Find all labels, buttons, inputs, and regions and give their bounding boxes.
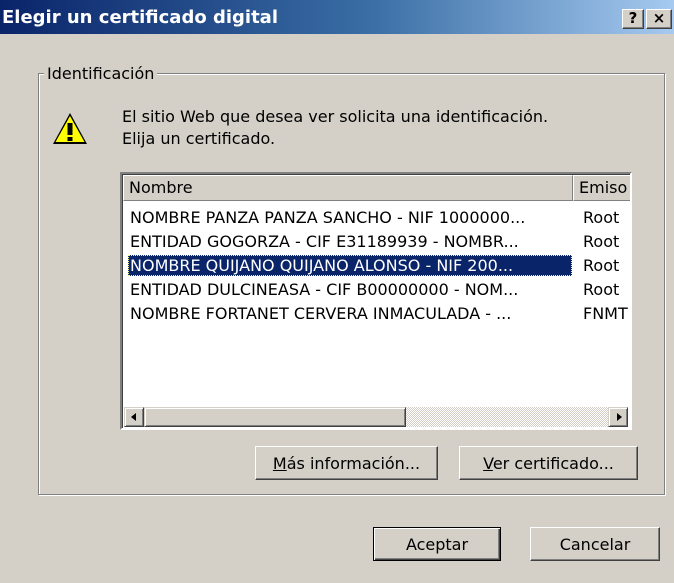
scrollbar-thumb[interactable] [144, 407, 406, 427]
arrow-right-icon [617, 413, 622, 421]
view-cert-label: er certificado... [492, 453, 614, 473]
message-line-2: Elija un certificado. [122, 129, 276, 148]
cert-name: ENTIDAD DULCINEASA - CIF B00000000 - NOM… [130, 280, 519, 299]
group-label: Identificación [44, 64, 158, 83]
close-button[interactable]: × [646, 9, 672, 29]
certificate-dialog: Elegir un certificado digital ? × Identi… [0, 0, 674, 583]
title-bar[interactable]: Elegir un certificado digital ? × [0, 0, 674, 34]
view-certificate-button[interactable]: Ver certificado... [459, 446, 638, 480]
cert-issuer: Root [583, 208, 620, 227]
column-header-issuer[interactable]: Emiso [573, 175, 630, 201]
cancel-button[interactable]: Cancelar [530, 527, 660, 561]
certificate-list[interactable]: Nombre Emiso NOMBRE PANZA PANZA SANCHO -… [120, 172, 632, 430]
list-item[interactable]: NOMBRE PANZA PANZA SANCHO - NIF 1000000.… [123, 207, 630, 228]
scroll-right-button[interactable] [608, 407, 628, 427]
cert-issuer: Root [583, 280, 620, 299]
cert-issuer: Root [583, 232, 620, 251]
warning-icon [53, 113, 87, 144]
cert-name: ENTIDAD GOGORZA - CIF E31189939 - NOMBR.… [130, 232, 519, 251]
message-line-1: El sitio Web que desea ver solicita una … [122, 107, 549, 126]
list-item-selected[interactable]: NOMBRE QUIJANO QUIJANO ALONSO - NIF 200.… [123, 255, 630, 276]
view-cert-accel: V [483, 453, 493, 473]
column-header-name[interactable]: Nombre [123, 175, 573, 201]
scroll-left-button[interactable] [124, 407, 144, 427]
cert-name: NOMBRE FORTANET CERVERA INMACULADA - ... [130, 304, 512, 323]
list-item[interactable]: ENTIDAD GOGORZA - CIF E31189939 - NOMBR.… [123, 231, 630, 252]
cert-name: NOMBRE PANZA PANZA SANCHO - NIF 1000000.… [130, 208, 526, 227]
cert-issuer: Root [583, 256, 620, 275]
list-item[interactable]: ENTIDAD DULCINEASA - CIF B00000000 - NOM… [123, 279, 630, 300]
horizontal-scrollbar[interactable] [124, 407, 628, 427]
more-info-label: ás información... [286, 453, 421, 473]
arrow-left-icon [131, 413, 136, 421]
more-info-button[interactable]: Más información... [255, 446, 438, 480]
cert-name: NOMBRE QUIJANO QUIJANO ALONSO - NIF 200.… [128, 255, 572, 276]
list-item[interactable]: NOMBRE FORTANET CERVERA INMACULADA - ...… [123, 303, 630, 324]
cert-issuer: FNMT [583, 304, 628, 323]
list-header: Nombre Emiso [123, 175, 630, 201]
window-title: Elegir un certificado digital [2, 7, 279, 28]
ok-button[interactable]: Aceptar [373, 527, 501, 561]
more-info-accel: M [272, 453, 287, 473]
help-button[interactable]: ? [622, 9, 644, 29]
